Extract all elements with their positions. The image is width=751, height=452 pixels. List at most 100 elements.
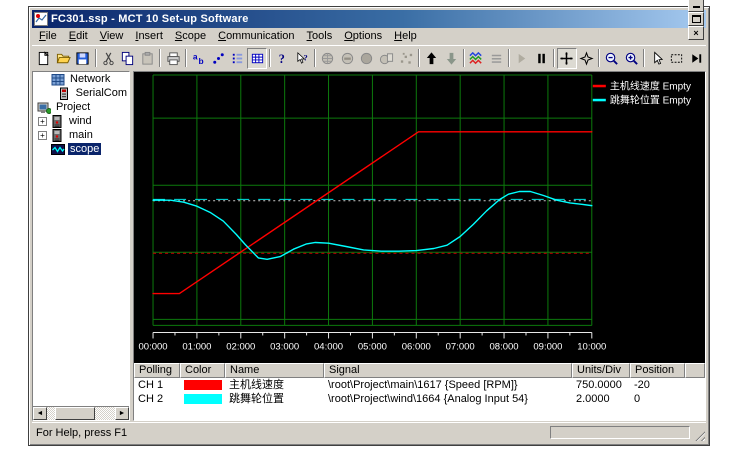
scope-wave-button[interactable] <box>467 48 487 69</box>
resize-grip[interactable] <box>693 429 705 441</box>
compare-button[interactable] <box>396 48 416 69</box>
scope-list-button[interactable] <box>486 48 506 69</box>
tree-item-main[interactable]: +main <box>33 128 129 142</box>
expand-toggle-icon[interactable]: + <box>38 117 47 126</box>
lines-icon <box>489 51 504 66</box>
column-header-polling[interactable]: Polling <box>134 363 180 378</box>
scrollbar-thumb[interactable] <box>55 407 95 420</box>
menu-item-edit[interactable]: Edit <box>63 29 94 43</box>
svg-text:?: ? <box>279 52 285 66</box>
menu-item-help[interactable]: Help <box>388 29 423 43</box>
pointer-button[interactable] <box>647 48 667 69</box>
pointer-arrow-icon <box>650 51 665 66</box>
column-header-filler <box>685 363 705 378</box>
copy-button[interactable] <box>118 48 138 69</box>
titlebar[interactable]: FC301.ssp - MCT 10 Set-up Software × <box>32 10 706 28</box>
write-to-drive-button[interactable] <box>422 48 442 69</box>
desktop: FC301.ssp - MCT 10 Set-up Software × Fil… <box>0 0 751 452</box>
read-from-drive-button[interactable] <box>441 48 461 69</box>
minimize-button[interactable] <box>688 0 704 12</box>
toolbar-separator <box>598 49 600 67</box>
tree-item-network[interactable]: Network <box>33 72 129 86</box>
tree-hscrollbar[interactable]: ◄ ► <box>33 406 129 420</box>
paste-button[interactable] <box>138 48 158 69</box>
toolbar-separator <box>508 49 510 67</box>
menu-item-view[interactable]: View <box>94 29 130 43</box>
context-help-icon: ? <box>295 51 310 66</box>
channel-table: PollingColorNameSignalUnits/DivPosition … <box>134 363 705 421</box>
help-button[interactable]: ? <box>273 48 293 69</box>
x-tick-label: 10:000 <box>577 341 606 352</box>
param-setup-button[interactable]: ab <box>189 48 209 69</box>
export-button[interactable] <box>377 48 397 69</box>
x-tick-label: 08:000 <box>490 341 519 352</box>
tree-item-project[interactable]: Project <box>33 100 129 114</box>
column-header-position[interactable]: Position <box>630 363 685 378</box>
context-help-button[interactable]: ? <box>293 48 313 69</box>
filled-circle-icon <box>359 51 374 66</box>
svg-text:b: b <box>199 56 204 66</box>
channel-row-ch1[interactable]: CH 1主机线速度\root\Project\main\1617 {Speed … <box>134 378 705 392</box>
menu-item-file[interactable]: File <box>33 29 63 43</box>
scrollbar-track[interactable] <box>47 407 115 420</box>
print-button[interactable] <box>163 48 183 69</box>
stop-comm-button[interactable] <box>338 48 358 69</box>
stop-circle-icon <box>340 51 355 66</box>
save-floppy-icon <box>75 51 90 66</box>
pan-button[interactable] <box>557 48 577 69</box>
menu-item-scope[interactable]: Scope <box>169 29 212 43</box>
scope-chart: 00:00001:00002:00003:00004:00005:00006:0… <box>134 72 705 363</box>
record-button[interactable] <box>357 48 377 69</box>
x-tick-label: 03:000 <box>270 341 299 352</box>
tree-item-serialcom[interactable]: SerialCom <box>33 86 129 100</box>
start-poll-button[interactable] <box>512 48 532 69</box>
app-window: FC301.ssp - MCT 10 Set-up Software × Fil… <box>28 6 710 446</box>
copy-icon <box>120 51 135 66</box>
column-header-name[interactable]: Name <box>225 363 324 378</box>
pause-poll-button[interactable] <box>532 48 552 69</box>
cell-signal: \root\Project\wind\1664 {Analog Input 54… <box>324 392 572 406</box>
channel-row-ch2[interactable]: CH 2跳舞轮位置\root\Project\wind\1664 {Analog… <box>134 392 705 406</box>
tree-item-wind[interactable]: +wind <box>33 114 129 128</box>
scroll-left-button[interactable]: ◄ <box>33 407 47 420</box>
menu-item-options[interactable]: Options <box>338 29 388 43</box>
save-button[interactable] <box>73 48 93 69</box>
step-end-button[interactable] <box>686 48 706 69</box>
pause-icon <box>534 51 549 66</box>
param-list-button[interactable] <box>228 48 248 69</box>
connect-button[interactable] <box>318 48 338 69</box>
param-grid-button[interactable] <box>247 48 267 69</box>
scroll-right-button[interactable]: ► <box>115 407 129 420</box>
maximize-icon <box>692 15 701 23</box>
cut-button[interactable] <box>99 48 119 69</box>
marquee-button[interactable] <box>667 48 687 69</box>
cell-color-swatch <box>180 392 225 406</box>
column-header-color[interactable]: Color <box>180 363 225 378</box>
param-dots-button[interactable] <box>208 48 228 69</box>
tree-item-scope[interactable]: scope <box>33 142 129 156</box>
cell-name: 主机线速度 <box>225 378 324 392</box>
toolbar-separator <box>269 49 271 67</box>
cell-signal: \root\Project\main\1617 {Speed [RPM]} <box>324 378 572 392</box>
zoom-out-button[interactable] <box>602 48 622 69</box>
toolbar-separator <box>95 49 97 67</box>
track-cursor-button[interactable] <box>577 48 597 69</box>
network-grid-icon <box>51 73 65 86</box>
toolbar-separator <box>185 49 187 67</box>
column-header-units-div[interactable]: Units/Div <box>572 363 630 378</box>
open-button[interactable] <box>54 48 74 69</box>
zoom-in-button[interactable] <box>622 48 642 69</box>
menu-item-insert[interactable]: Insert <box>129 29 169 43</box>
menu-item-communication[interactable]: Communication <box>212 29 300 43</box>
tree-item-label: SerialCom <box>74 87 129 99</box>
new-button[interactable] <box>34 48 54 69</box>
maximize-button[interactable] <box>688 12 704 26</box>
help-question-icon: ? <box>275 51 290 66</box>
menu-item-tools[interactable]: Tools <box>301 29 339 43</box>
printer-icon <box>166 51 181 66</box>
expand-toggle-icon[interactable]: + <box>38 131 47 140</box>
scope-chart-area[interactable]: 00:00001:00002:00003:00004:00005:00006:0… <box>134 72 705 363</box>
x-tick-label: 05:000 <box>358 341 387 352</box>
column-header-signal[interactable]: Signal <box>324 363 572 378</box>
globe-icon <box>320 51 335 66</box>
